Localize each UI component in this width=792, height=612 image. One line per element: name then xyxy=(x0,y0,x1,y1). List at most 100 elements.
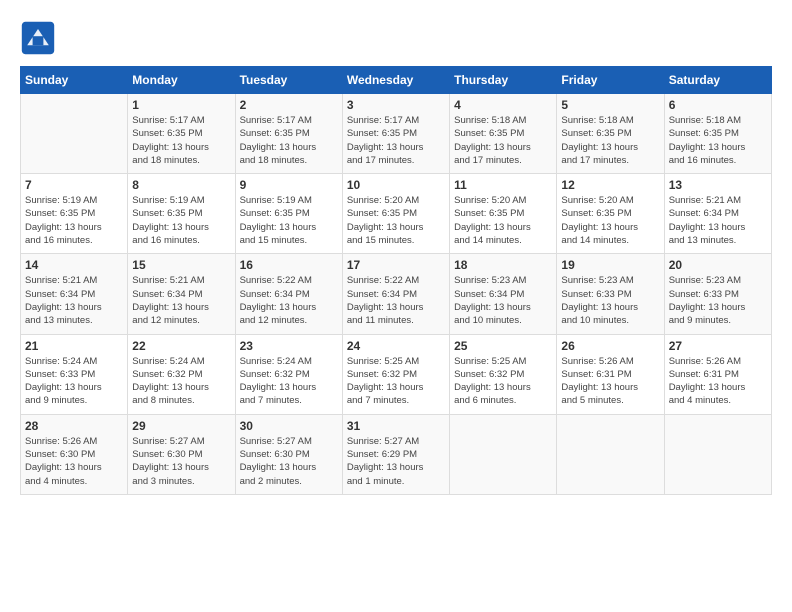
calendar-cell: 15Sunrise: 5:21 AMSunset: 6:34 PMDayligh… xyxy=(128,254,235,334)
calendar-cell: 19 Sunrise: 5:23 AMSunset: 6:33 PMDayligh… xyxy=(557,254,664,334)
day-info: Sunrise: 5:20 AMSunset: 6:35 PMDaylight:… xyxy=(454,194,552,247)
calendar-cell: 1 Sunrise: 5:17 AMSunset: 6:35 PMDaylight… xyxy=(128,94,235,174)
calendar-cell: 22Sunrise: 5:24 AMSunset: 6:32 PMDayligh… xyxy=(128,334,235,414)
day-number: 8 xyxy=(132,178,230,192)
day-info: Sunrise: 5:19 AMSunset: 6:35 PMDaylight:… xyxy=(25,194,123,247)
day-number: 3 xyxy=(347,98,445,112)
day-number: 31 xyxy=(347,419,445,433)
calendar-cell: 23 Sunrise: 5:24 AMSunset: 6:32 PMDayligh… xyxy=(235,334,342,414)
day-info: Sunrise: 5:26 AMSunset: 6:31 PMDaylight:… xyxy=(669,355,767,408)
calendar-cell xyxy=(557,414,664,494)
calendar-header-thursday: Thursday xyxy=(450,67,557,94)
day-number: 2 xyxy=(240,98,338,112)
day-number: 30 xyxy=(240,419,338,433)
day-number: 29 xyxy=(132,419,230,433)
day-info: Sunrise: 5:18 AMSunset: 6:35 PMDaylight:… xyxy=(669,114,767,167)
calendar-header-monday: Monday xyxy=(128,67,235,94)
day-number: 10 xyxy=(347,178,445,192)
day-number: 28 xyxy=(25,419,123,433)
day-info: Sunrise: 5:20 AMSunset: 6:35 PMDaylight:… xyxy=(347,194,445,247)
calendar-cell: 25 Sunrise: 5:25 AMSunset: 6:32 PMDayligh… xyxy=(450,334,557,414)
calendar-header-row: SundayMondayTuesdayWednesdayThursdayFrid… xyxy=(21,67,772,94)
calendar-cell: 8 Sunrise: 5:19 AMSunset: 6:35 PMDaylight… xyxy=(128,174,235,254)
calendar-cell: 6 Sunrise: 5:18 AMSunset: 6:35 PMDaylight… xyxy=(664,94,771,174)
day-info: Sunrise: 5:18 AMSunset: 6:35 PMDaylight:… xyxy=(454,114,552,167)
calendar-cell: 27 Sunrise: 5:26 AMSunset: 6:31 PMDayligh… xyxy=(664,334,771,414)
day-info: Sunrise: 5:19 AMSunset: 6:35 PMDaylight:… xyxy=(132,194,230,247)
day-number: 1 xyxy=(132,98,230,112)
calendar-cell: 29 Sunrise: 5:27 AMSunset: 6:30 PMDayligh… xyxy=(128,414,235,494)
calendar-cell: 13Sunrise: 5:21 AMSunset: 6:34 PMDayligh… xyxy=(664,174,771,254)
day-number: 18 xyxy=(454,258,552,272)
day-info: Sunrise: 5:22 AMSunset: 6:34 PMDaylight:… xyxy=(347,274,445,327)
logo xyxy=(20,20,62,56)
calendar-cell: 18 Sunrise: 5:23 AMSunset: 6:34 PMDayligh… xyxy=(450,254,557,334)
calendar-header-wednesday: Wednesday xyxy=(342,67,449,94)
day-number: 4 xyxy=(454,98,552,112)
calendar-header-friday: Friday xyxy=(557,67,664,94)
calendar-cell: 2 Sunrise: 5:17 AMSunset: 6:35 PMDaylight… xyxy=(235,94,342,174)
day-info: Sunrise: 5:19 AMSunset: 6:35 PMDaylight:… xyxy=(240,194,338,247)
day-number: 27 xyxy=(669,339,767,353)
day-number: 15 xyxy=(132,258,230,272)
day-number: 17 xyxy=(347,258,445,272)
day-info: Sunrise: 5:26 AMSunset: 6:30 PMDaylight:… xyxy=(25,435,123,488)
day-info: Sunrise: 5:27 AMSunset: 6:29 PMDaylight:… xyxy=(347,435,445,488)
calendar-cell: 30Sunrise: 5:27 AMSunset: 6:30 PMDayligh… xyxy=(235,414,342,494)
calendar-week-row: 28 Sunrise: 5:26 AMSunset: 6:30 PMDayligh… xyxy=(21,414,772,494)
day-number: 26 xyxy=(561,339,659,353)
day-info: Sunrise: 5:27 AMSunset: 6:30 PMDaylight:… xyxy=(132,435,230,488)
calendar-cell xyxy=(21,94,128,174)
calendar-table: SundayMondayTuesdayWednesdayThursdayFrid… xyxy=(20,66,772,495)
day-number: 21 xyxy=(25,339,123,353)
calendar-cell: 9Sunrise: 5:19 AMSunset: 6:35 PMDaylight… xyxy=(235,174,342,254)
day-info: Sunrise: 5:21 AMSunset: 6:34 PMDaylight:… xyxy=(669,194,767,247)
day-info: Sunrise: 5:24 AMSunset: 6:32 PMDaylight:… xyxy=(132,355,230,408)
day-number: 11 xyxy=(454,178,552,192)
calendar-cell: 3 Sunrise: 5:17 AMSunset: 6:35 PMDaylight… xyxy=(342,94,449,174)
day-info: Sunrise: 5:17 AMSunset: 6:35 PMDaylight:… xyxy=(240,114,338,167)
calendar-header-tuesday: Tuesday xyxy=(235,67,342,94)
calendar-cell: 14 Sunrise: 5:21 AMSunset: 6:34 PMDayligh… xyxy=(21,254,128,334)
calendar-week-row: 1 Sunrise: 5:17 AMSunset: 6:35 PMDaylight… xyxy=(21,94,772,174)
calendar-cell: 10 Sunrise: 5:20 AMSunset: 6:35 PMDayligh… xyxy=(342,174,449,254)
calendar-cell: 4 Sunrise: 5:18 AMSunset: 6:35 PMDaylight… xyxy=(450,94,557,174)
day-info: Sunrise: 5:17 AMSunset: 6:35 PMDaylight:… xyxy=(132,114,230,167)
day-number: 20 xyxy=(669,258,767,272)
day-info: Sunrise: 5:24 AMSunset: 6:33 PMDaylight:… xyxy=(25,355,123,408)
day-number: 19 xyxy=(561,258,659,272)
day-info: Sunrise: 5:23 AMSunset: 6:33 PMDaylight:… xyxy=(561,274,659,327)
day-info: Sunrise: 5:17 AMSunset: 6:35 PMDaylight:… xyxy=(347,114,445,167)
day-number: 16 xyxy=(240,258,338,272)
calendar-header-sunday: Sunday xyxy=(21,67,128,94)
calendar-cell: 26 Sunrise: 5:26 AMSunset: 6:31 PMDayligh… xyxy=(557,334,664,414)
day-info: Sunrise: 5:21 AMSunset: 6:34 PMDaylight:… xyxy=(25,274,123,327)
day-info: Sunrise: 5:20 AMSunset: 6:35 PMDaylight:… xyxy=(561,194,659,247)
calendar-cell xyxy=(450,414,557,494)
calendar-cell: 7Sunrise: 5:19 AMSunset: 6:35 PMDaylight… xyxy=(21,174,128,254)
calendar-cell: 24Sunrise: 5:25 AMSunset: 6:32 PMDayligh… xyxy=(342,334,449,414)
day-number: 23 xyxy=(240,339,338,353)
calendar-cell: 16Sunrise: 5:22 AMSunset: 6:34 PMDayligh… xyxy=(235,254,342,334)
day-number: 14 xyxy=(25,258,123,272)
day-number: 6 xyxy=(669,98,767,112)
logo-icon xyxy=(20,20,56,56)
day-number: 24 xyxy=(347,339,445,353)
calendar-cell: 17 Sunrise: 5:22 AMSunset: 6:34 PMDayligh… xyxy=(342,254,449,334)
calendar-cell: 31 Sunrise: 5:27 AMSunset: 6:29 PMDayligh… xyxy=(342,414,449,494)
day-info: Sunrise: 5:26 AMSunset: 6:31 PMDaylight:… xyxy=(561,355,659,408)
calendar-cell: 28 Sunrise: 5:26 AMSunset: 6:30 PMDayligh… xyxy=(21,414,128,494)
calendar-cell: 20Sunrise: 5:23 AMSunset: 6:33 PMDayligh… xyxy=(664,254,771,334)
calendar-week-row: 7Sunrise: 5:19 AMSunset: 6:35 PMDaylight… xyxy=(21,174,772,254)
day-info: Sunrise: 5:24 AMSunset: 6:32 PMDaylight:… xyxy=(240,355,338,408)
calendar-cell: 11 Sunrise: 5:20 AMSunset: 6:35 PMDayligh… xyxy=(450,174,557,254)
calendar-cell xyxy=(664,414,771,494)
day-info: Sunrise: 5:25 AMSunset: 6:32 PMDaylight:… xyxy=(454,355,552,408)
calendar-week-row: 21 Sunrise: 5:24 AMSunset: 6:33 PMDayligh… xyxy=(21,334,772,414)
calendar-cell: 21 Sunrise: 5:24 AMSunset: 6:33 PMDayligh… xyxy=(21,334,128,414)
day-number: 25 xyxy=(454,339,552,353)
day-info: Sunrise: 5:23 AMSunset: 6:34 PMDaylight:… xyxy=(454,274,552,327)
calendar-header-saturday: Saturday xyxy=(664,67,771,94)
calendar-week-row: 14 Sunrise: 5:21 AMSunset: 6:34 PMDayligh… xyxy=(21,254,772,334)
page-header xyxy=(20,20,772,56)
